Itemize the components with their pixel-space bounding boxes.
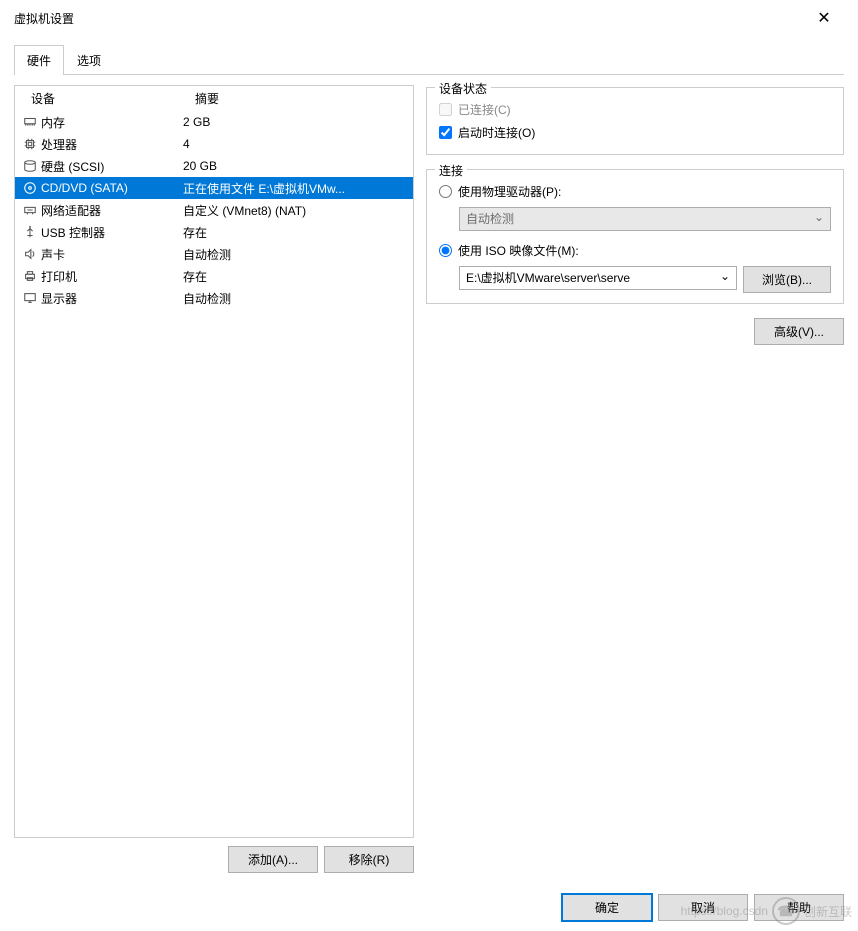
- connect-poweron-checkbox-row[interactable]: 启动时连接(O): [439, 121, 831, 144]
- device-summary: 自动检测: [183, 246, 407, 263]
- device-summary: 2 GB: [183, 115, 407, 129]
- iso-path-select[interactable]: E:\虚拟机VMware\server\serve: [459, 266, 737, 290]
- hardware-row-net[interactable]: 网络适配器 自定义 (VMnet8) (NAT): [15, 199, 413, 221]
- connect-poweron-checkbox[interactable]: [439, 126, 452, 139]
- device-status-title: 设备状态: [435, 80, 491, 97]
- window-title: 虚拟机设置: [14, 10, 804, 27]
- col-header-device: 设备: [31, 90, 195, 107]
- display-icon: [21, 290, 39, 306]
- tab-options[interactable]: 选项: [64, 45, 114, 75]
- physical-drive-radio-row[interactable]: 使用物理驱动器(P):: [439, 180, 831, 203]
- disk-icon: [21, 158, 39, 174]
- remove-button[interactable]: 移除(R): [324, 846, 414, 873]
- iso-radio[interactable]: [439, 244, 452, 257]
- hardware-row-usb[interactable]: USB 控制器 存在: [15, 221, 413, 243]
- printer-icon: [21, 268, 39, 284]
- watermark-brand: 创新互联: [804, 903, 852, 920]
- ok-button[interactable]: 确定: [562, 894, 652, 921]
- hardware-row-disk[interactable]: 硬盘 (SCSI) 20 GB: [15, 155, 413, 177]
- iso-label: 使用 ISO 映像文件(M):: [458, 242, 579, 259]
- hardware-row-cd[interactable]: CD/DVD (SATA) 正在使用文件 E:\虚拟机VMw...: [15, 177, 413, 199]
- cpu-icon: [21, 136, 39, 152]
- hardware-row-printer[interactable]: 打印机 存在: [15, 265, 413, 287]
- hardware-row-display[interactable]: 显示器 自动检测: [15, 287, 413, 309]
- connection-group: 连接 使用物理驱动器(P): 自动检测 使用 ISO 映像文件(M): E:\虚…: [426, 169, 844, 304]
- close-icon[interactable]: ✕: [804, 8, 844, 28]
- device-label: 硬盘 (SCSI): [41, 158, 104, 175]
- device-summary: 自动检测: [183, 290, 407, 307]
- device-summary: 存在: [183, 268, 407, 285]
- connected-checkbox: [439, 103, 452, 116]
- device-summary: 4: [183, 137, 407, 151]
- device-label: USB 控制器: [41, 224, 105, 241]
- device-status-group: 设备状态 已连接(C) 启动时连接(O): [426, 87, 844, 155]
- device-label: 处理器: [41, 136, 77, 153]
- device-label: 打印机: [41, 268, 77, 285]
- device-summary: 正在使用文件 E:\虚拟机VMw...: [183, 180, 407, 197]
- device-label: 显示器: [41, 290, 77, 307]
- device-label: 声卡: [41, 246, 65, 263]
- device-summary: 20 GB: [183, 159, 407, 173]
- tab-bar: 硬件 选项: [14, 44, 844, 75]
- physical-drive-label: 使用物理驱动器(P):: [458, 183, 561, 200]
- memory-icon: [21, 114, 39, 130]
- cd-icon: [21, 180, 39, 196]
- browse-button[interactable]: 浏览(B)...: [743, 266, 831, 293]
- hardware-row-cpu[interactable]: 处理器 4: [15, 133, 413, 155]
- device-summary: 自定义 (VMnet8) (NAT): [183, 202, 407, 219]
- watermark-url: https://blog.csdn: [681, 904, 768, 918]
- watermark: https://blog.csdn ☎ 创新互联: [681, 897, 852, 925]
- tab-hardware[interactable]: 硬件: [14, 45, 64, 75]
- connected-checkbox-row[interactable]: 已连接(C): [439, 98, 831, 121]
- connected-label: 已连接(C): [458, 101, 511, 118]
- col-header-summary: 摘要: [195, 90, 219, 107]
- device-label: 网络适配器: [41, 202, 101, 219]
- hardware-row-sound[interactable]: 声卡 自动检测: [15, 243, 413, 265]
- sound-icon: [21, 246, 39, 262]
- device-summary: 存在: [183, 224, 407, 241]
- device-label: CD/DVD (SATA): [41, 181, 128, 195]
- physical-drive-radio[interactable]: [439, 185, 452, 198]
- connect-poweron-label: 启动时连接(O): [458, 124, 535, 141]
- hardware-row-memory[interactable]: 内存 2 GB: [15, 111, 413, 133]
- usb-icon: [21, 224, 39, 240]
- advanced-button[interactable]: 高级(V)...: [754, 318, 844, 345]
- device-label: 内存: [41, 114, 65, 131]
- watermark-logo-icon: ☎: [772, 897, 800, 925]
- iso-radio-row[interactable]: 使用 ISO 映像文件(M):: [439, 239, 831, 262]
- hardware-list: 设备 摘要 内存 2 GB 处理器 4 硬盘 (SCSI) 20 GB CD/D…: [14, 85, 414, 838]
- net-icon: [21, 202, 39, 218]
- connection-title: 连接: [435, 162, 467, 179]
- physical-drive-select: 自动检测: [459, 207, 831, 231]
- add-button[interactable]: 添加(A)...: [228, 846, 318, 873]
